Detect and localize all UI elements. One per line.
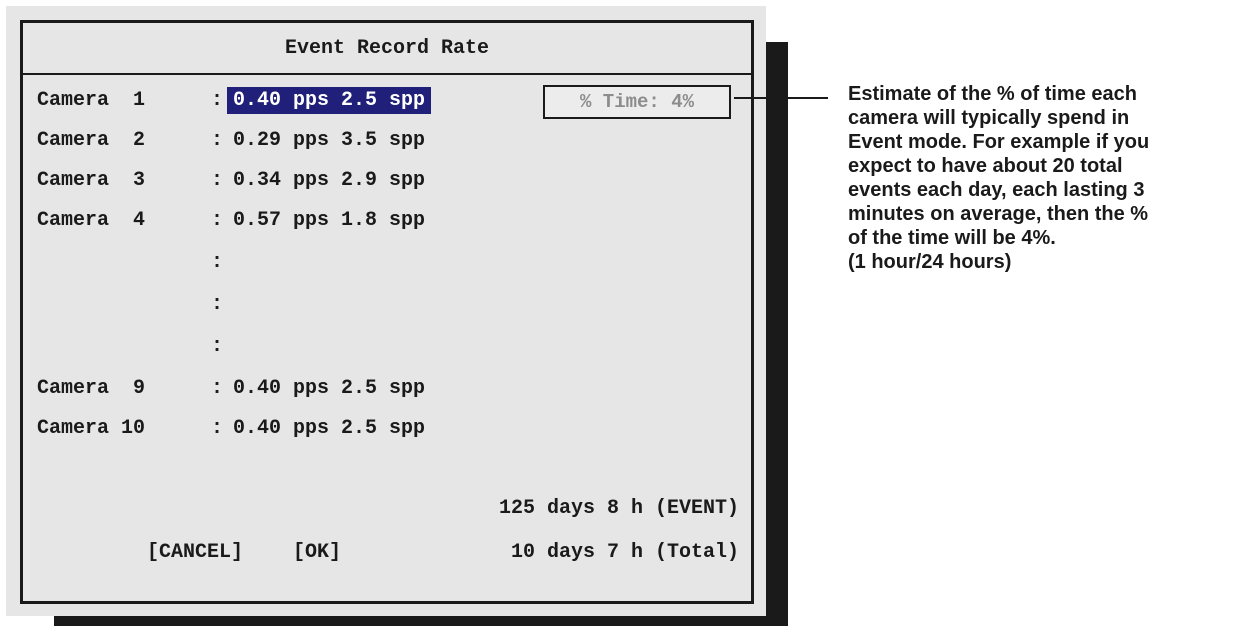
camera-row-4[interactable]: Camera 4:0.57 pps 1.8 spp [37,205,431,235]
annotation-line: events each day, each lasting 3 [848,179,1145,201]
annotation-line: expect to have about 20 total [848,155,1123,177]
callout-leader-line [734,97,828,99]
dialog-title: Event Record Rate [23,23,751,75]
camera-rate-field[interactable]: 0.57 pps 1.8 spp [227,207,431,234]
event-duration: 125 days 8 h (EVENT) [498,497,739,520]
camera-row-1[interactable]: Camera 1:0.40 pps 2.5 spp [37,85,432,115]
camera-rate-field[interactable]: 0.40 pps 2.5 spp [227,375,431,402]
dialog-frame: Event Record Rate Camera 1:0.40 pps 2.5 … [20,20,754,604]
ellipsis-row: : [37,247,233,277]
camera-row-3[interactable]: Camera 3:0.34 pps 2.9 spp [37,165,431,195]
total-duration: 10 days 7 h (Total) [510,541,739,564]
colon-separator: : [211,292,224,316]
annotation-line: (1 hour/24 hours) [848,251,1012,273]
percent-time-field[interactable]: % Time: 4% [543,85,731,119]
camera-row-10[interactable]: Camera 10:0.40 pps 2.5 spp [37,413,431,443]
annotation-line: minutes on average, then the % [848,203,1149,225]
annotation-line: Estimate of the % of time each [848,83,1137,105]
ellipsis-row: : [37,289,233,319]
annotation-line: of the time will be 4%. [848,227,1056,249]
colon-separator: : [211,334,224,358]
cancel-button[interactable]: [CANCEL] [147,541,243,564]
annotation-line: Event mode. For example if you [848,131,1150,153]
camera-label: Camera 10 [37,416,146,440]
camera-label: Camera 1 [37,88,146,112]
camera-row-2[interactable]: Camera 2:0.29 pps 3.5 spp [37,125,431,155]
camera-rate-field[interactable]: 0.40 pps 2.5 spp [227,415,431,442]
callout-annotation: Estimate of the % of time each camera wi… [848,82,1243,274]
camera-rate-field[interactable]: 0.29 pps 3.5 spp [227,127,431,154]
camera-row-9[interactable]: Camera 9:0.40 pps 2.5 spp [37,373,431,403]
event-record-rate-dialog: Event Record Rate Camera 1:0.40 pps 2.5 … [6,6,766,616]
camera-label: Camera 3 [37,168,146,192]
camera-rate-field[interactable]: 0.34 pps 2.9 spp [227,167,431,194]
colon-separator: : [211,250,224,274]
camera-label: Camera 2 [37,128,146,152]
camera-label: Camera 4 [37,208,146,232]
camera-label: Camera 9 [37,376,146,400]
ellipsis-row: : [37,331,233,361]
annotation-line: camera will typically spend in [848,107,1130,129]
camera-rate-field[interactable]: 0.40 pps 2.5 spp [227,86,432,114]
ok-button[interactable]: [OK] [293,541,341,564]
